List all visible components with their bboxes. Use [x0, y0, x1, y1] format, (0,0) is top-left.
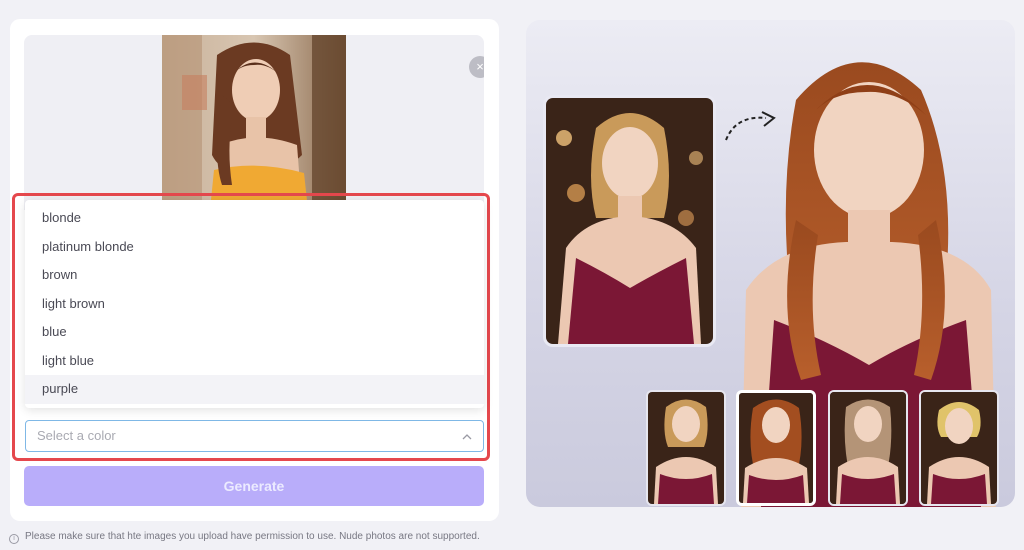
- disclaimer: i Please make sure that hte images you up…: [9, 531, 480, 544]
- dropdown-option-platinum-blonde[interactable]: platinum blonde: [25, 233, 484, 262]
- dropdown-option-blue[interactable]: blue: [25, 318, 484, 347]
- remove-photo-button[interactable]: ×: [469, 56, 484, 78]
- close-icon[interactable]: ×: [476, 59, 484, 74]
- dropdown-option-light-brown[interactable]: light brown: [25, 290, 484, 319]
- color-select-placeholder: Select a color: [37, 428, 116, 443]
- style-thumbnail-4[interactable]: [919, 390, 999, 506]
- chevron-up-icon: [461, 431, 473, 443]
- style-thumbnail-3[interactable]: [828, 390, 908, 506]
- curved-dashed-arrow-icon: [725, 116, 767, 141]
- dropdown-option-blonde[interactable]: blonde: [25, 204, 484, 233]
- color-select[interactable]: Select a color: [25, 420, 484, 452]
- example-showcase: [526, 20, 1015, 507]
- original-example-photo: [543, 95, 716, 347]
- dropdown-option-purple[interactable]: purple: [25, 375, 484, 404]
- generate-button[interactable]: Generate: [24, 466, 484, 506]
- upload-preview-area[interactable]: ×: [24, 35, 484, 210]
- uploaded-photo: [162, 35, 346, 210]
- style-thumbnail-1[interactable]: [646, 390, 726, 506]
- color-dropdown-menu[interactable]: blonde platinum blonde brown light brown…: [25, 200, 484, 408]
- disclaimer-text: Please make sure that hte images you upl…: [25, 531, 480, 542]
- dropdown-option-light-blue[interactable]: light blue: [25, 347, 484, 376]
- dropdown-option-brown[interactable]: brown: [25, 261, 484, 290]
- info-icon: i: [9, 534, 19, 544]
- style-thumbnail-2[interactable]: [736, 390, 816, 506]
